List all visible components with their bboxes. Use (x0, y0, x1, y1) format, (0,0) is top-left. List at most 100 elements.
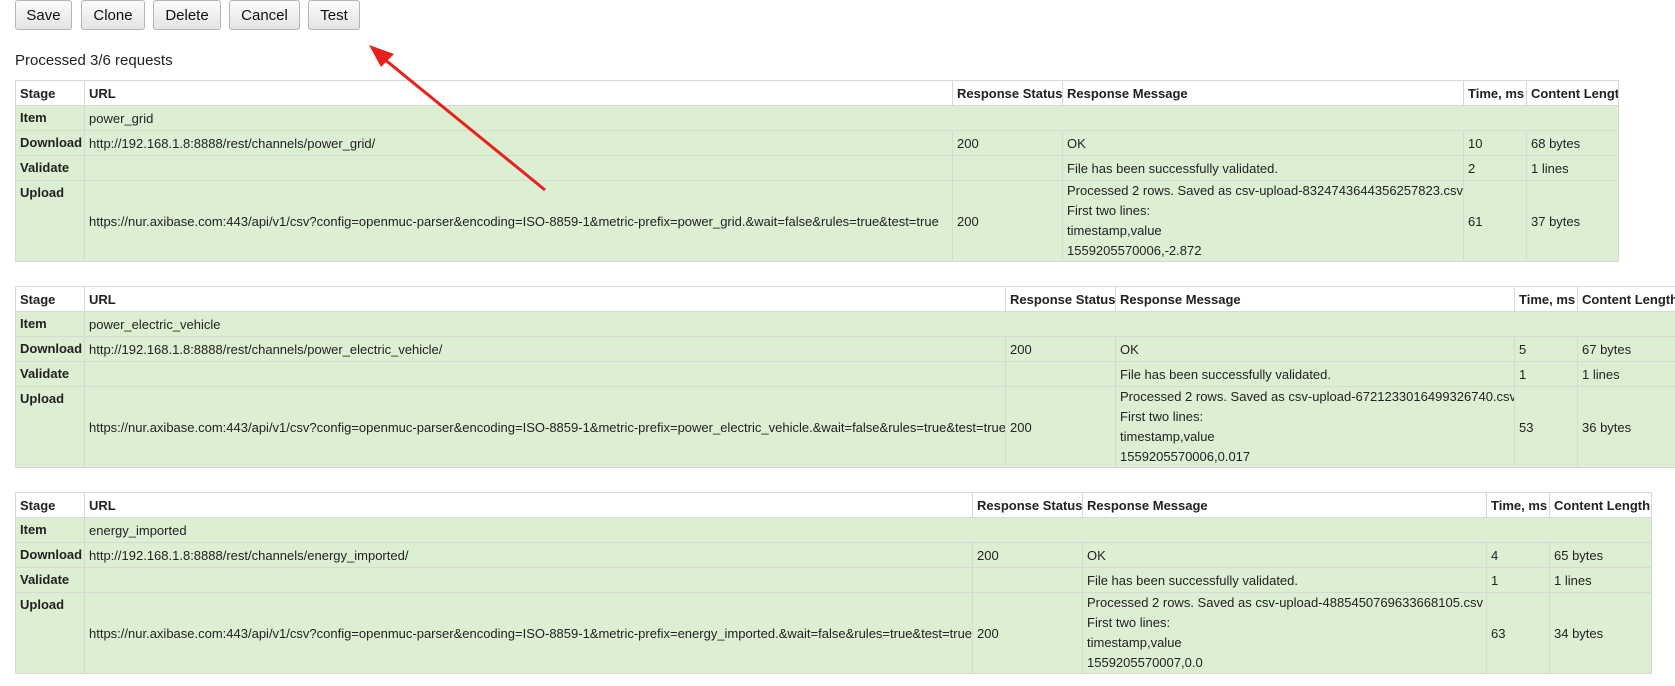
request-table: Stage URL Response Status Response Messa… (15, 80, 1619, 262)
column-header-stage: Stage (15, 492, 85, 518)
message-cell: File has been successfully validated. (1082, 567, 1487, 593)
time-cell: 61 (1463, 180, 1527, 262)
column-header-time: Time, ms (1514, 286, 1578, 312)
time-cell: 4 (1486, 542, 1550, 568)
cancel-button[interactable]: Cancel (229, 0, 300, 30)
column-header-content-length: Content Length (1549, 492, 1652, 518)
stage-cell: Item (15, 517, 85, 543)
message-line: Processed 2 rows. Saved as csv-upload-48… (1087, 595, 1484, 610)
message-cell: OK (1062, 130, 1464, 156)
length-cell: 1 lines (1577, 361, 1675, 387)
length-cell: 36 bytes (1577, 386, 1675, 468)
item-row: Item power_electric_vehicle (15, 311, 1675, 337)
url-cell: http://192.168.1.8:8888/rest/channels/po… (84, 130, 953, 156)
stage-cell: Item (15, 105, 85, 131)
column-header-content-length: Content Length (1577, 286, 1675, 312)
upload-row: Upload https://nur.axibase.com:443/api/v… (15, 592, 1652, 674)
time-cell: 1 (1514, 361, 1578, 387)
stage-cell: Validate (15, 155, 85, 181)
column-header-response-status: Response Status (1005, 286, 1116, 312)
table-header-row: Stage URL Response Status Response Messa… (15, 286, 1675, 312)
message-line: 1559205570006,0.017 (1120, 449, 1251, 464)
status-cell (972, 567, 1083, 593)
column-header-response-status: Response Status (952, 80, 1063, 106)
url-cell: http://192.168.1.8:8888/rest/channels/en… (84, 542, 973, 568)
annotation-arrow-head (369, 45, 394, 67)
length-cell: 34 bytes (1549, 592, 1652, 674)
status-cell: 200 (1005, 336, 1116, 362)
time-cell: 10 (1463, 130, 1527, 156)
item-row: Item energy_imported (15, 517, 1652, 543)
table-header-row: Stage URL Response Status Response Messa… (15, 492, 1652, 518)
length-cell: 1 lines (1549, 567, 1652, 593)
message-cell: Processed 2 rows. Saved as csv-upload-83… (1062, 180, 1464, 262)
message-line: First two lines: (1120, 409, 1204, 424)
stage-cell: Download (15, 130, 85, 156)
upload-row: Upload https://nur.axibase.com:443/api/v… (15, 180, 1619, 262)
length-cell: 67 bytes (1577, 336, 1675, 362)
message-line: timestamp,value (1067, 223, 1162, 238)
request-table: Stage URL Response Status Response Messa… (15, 286, 1675, 468)
message-line: First two lines: (1087, 615, 1171, 630)
stage-cell: Item (15, 311, 85, 337)
stage-cell: Download (15, 336, 85, 362)
message-cell: File has been successfully validated. (1115, 361, 1515, 387)
save-button[interactable]: Save (15, 0, 72, 30)
validate-row: Validate File has been successfully vali… (15, 155, 1619, 181)
message-cell: OK (1115, 336, 1515, 362)
time-cell: 63 (1486, 592, 1550, 674)
time-cell: 1 (1486, 567, 1550, 593)
status-cell: 200 (952, 180, 1063, 262)
message-line: First two lines: (1067, 203, 1151, 218)
stage-cell: Upload (15, 180, 85, 262)
processed-summary: Processed 3/6 requests (15, 52, 173, 69)
item-name-cell: energy_imported (84, 517, 1652, 543)
download-row: Download http://192.168.1.8:8888/rest/ch… (15, 130, 1619, 156)
message-line: 1559205570006,-2.872 (1067, 243, 1202, 258)
column-header-stage: Stage (15, 286, 85, 312)
time-cell: 53 (1514, 386, 1578, 468)
status-cell (952, 155, 1063, 181)
column-header-url: URL (84, 80, 953, 106)
download-row: Download http://192.168.1.8:8888/rest/ch… (15, 542, 1652, 568)
stage-cell: Download (15, 542, 85, 568)
message-line: Processed 2 rows. Saved as csv-upload-67… (1120, 389, 1515, 404)
message-line: 1559205570007,0.0 (1087, 655, 1203, 670)
column-header-response-message: Response Message (1082, 492, 1487, 518)
length-cell: 1 lines (1526, 155, 1619, 181)
status-cell: 200 (972, 592, 1083, 674)
item-name-cell: power_electric_vehicle (84, 311, 1675, 337)
test-button[interactable]: Test (308, 0, 360, 30)
length-cell: 68 bytes (1526, 130, 1619, 156)
url-cell (84, 155, 953, 181)
column-header-response-status: Response Status (972, 492, 1083, 518)
download-row: Download http://192.168.1.8:8888/rest/ch… (15, 336, 1675, 362)
stage-cell: Upload (15, 592, 85, 674)
column-header-time: Time, ms (1486, 492, 1550, 518)
time-cell: 2 (1463, 155, 1527, 181)
length-cell: 37 bytes (1526, 180, 1619, 262)
column-header-url: URL (84, 286, 1006, 312)
column-header-response-message: Response Message (1115, 286, 1515, 312)
request-table: Stage URL Response Status Response Messa… (15, 492, 1652, 674)
status-cell: 200 (1005, 386, 1116, 468)
delete-button[interactable]: Delete (153, 0, 221, 30)
message-cell: File has been successfully validated. (1062, 155, 1464, 181)
column-header-url: URL (84, 492, 973, 518)
status-cell: 200 (972, 542, 1083, 568)
url-cell (84, 361, 1006, 387)
validate-row: Validate File has been successfully vali… (15, 361, 1675, 387)
validate-row: Validate File has been successfully vali… (15, 567, 1652, 593)
clone-button[interactable]: Clone (81, 0, 145, 30)
message-cell: Processed 2 rows. Saved as csv-upload-48… (1082, 592, 1487, 674)
message-cell: OK (1082, 542, 1487, 568)
url-cell: https://nur.axibase.com:443/api/v1/csv?c… (84, 180, 953, 262)
stage-cell: Validate (15, 361, 85, 387)
status-cell: 200 (952, 130, 1063, 156)
upload-row: Upload https://nur.axibase.com:443/api/v… (15, 386, 1675, 468)
message-line: Processed 2 rows. Saved as csv-upload-83… (1067, 183, 1464, 198)
table-header-row: Stage URL Response Status Response Messa… (15, 80, 1619, 106)
url-cell (84, 567, 973, 593)
column-header-content-length: Content Length (1526, 80, 1619, 106)
item-name-cell: power_grid (84, 105, 1619, 131)
